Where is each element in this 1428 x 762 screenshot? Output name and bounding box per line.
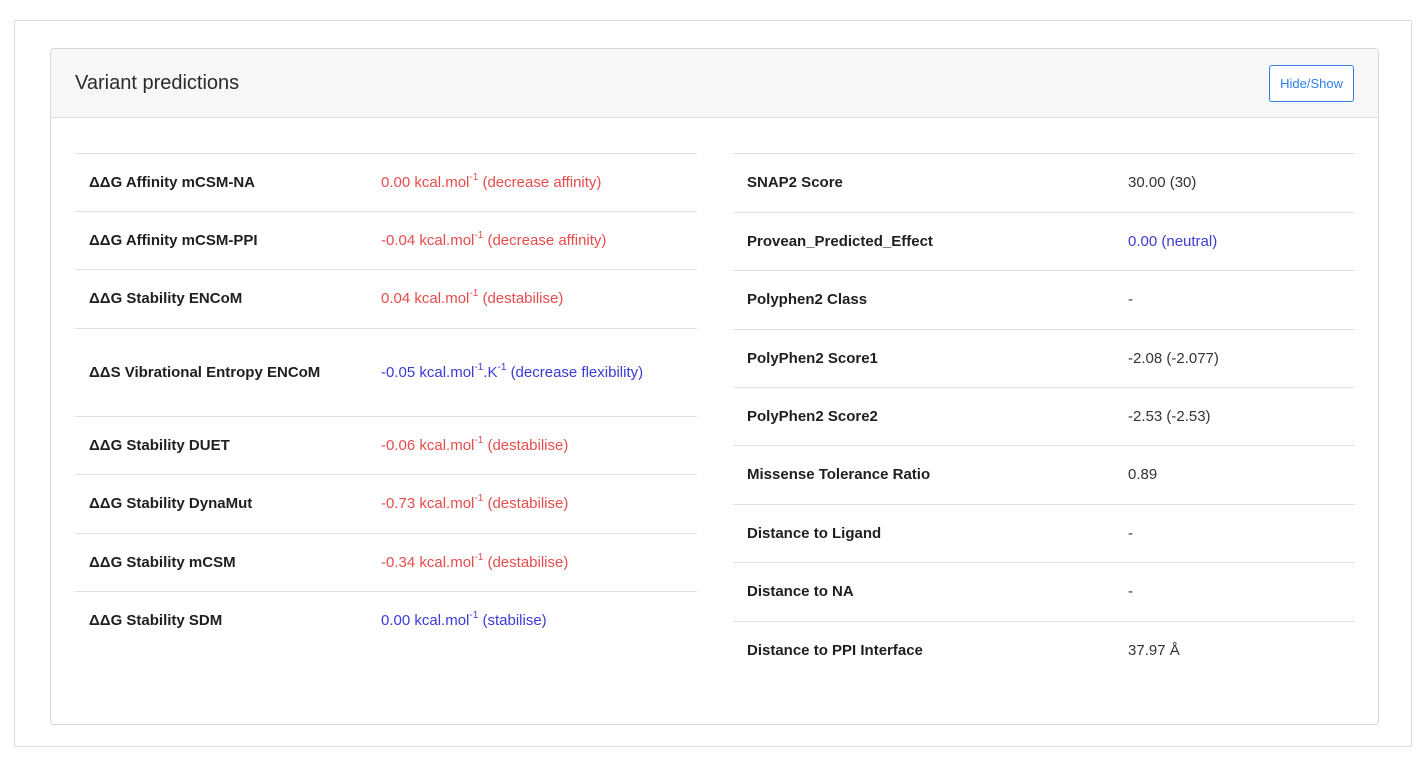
prediction-label: Distance to NA [733, 562, 1114, 622]
prediction-row: Provean_Predicted_Effect 0.00 (neutral) [733, 212, 1355, 271]
left-predictions-table: ΔΔG Affinity mCSM-NA 0.00 kcal.mol-1 (dec… [75, 153, 697, 650]
right-predictions-table: SNAP2 Score 30.00 (30) Provean_Predicted_E… [733, 153, 1355, 680]
unit-exponent: -1 [474, 229, 484, 241]
unit-exponent: -1 [474, 493, 484, 504]
prediction-row: ΔΔG Stability DUET -0.06 kcal.mol-1 (dest… [75, 416, 697, 475]
unit-exponent: -1 [469, 288, 479, 299]
value-note: (destabilise) [487, 553, 569, 571]
value-note: (decrease affinity) [487, 231, 607, 249]
prediction-label: Missense Tolerance Ratio [733, 445, 1114, 505]
prediction-label: ΔΔG Affinity mCSM-NA [75, 153, 367, 212]
prediction-value: -0.34 kcal.mol-1 (destabilise) [367, 533, 697, 592]
value-note: (decrease affinity) [482, 173, 602, 191]
value-unit: kcal.mol [419, 436, 475, 454]
prediction-row: Polyphen2 Class - [733, 270, 1355, 330]
prediction-label: Provean_Predicted_Effect [733, 212, 1114, 271]
value-unit: kcal.mol [419, 231, 475, 249]
prediction-row: ΔΔG Stability SDM 0.00 kcal.mol-1 (stabil… [75, 591, 697, 650]
prediction-label: SNAP2 Score [733, 153, 1114, 213]
prediction-label: ΔΔG Stability DUET [75, 416, 367, 475]
prediction-label: ΔΔG Stability ENCoM [75, 269, 367, 329]
prediction-label: ΔΔG Affinity mCSM-PPI [75, 211, 367, 270]
prediction-value: 30.00 (30) [1114, 153, 1355, 213]
prediction-row: ΔΔG Affinity mCSM-NA 0.00 kcal.mol-1 (dec… [75, 153, 697, 212]
prediction-label: PolyPhen2 Score2 [733, 387, 1114, 446]
value-unit: kcal.mol [419, 553, 475, 571]
prediction-label: ΔΔG Stability mCSM [75, 533, 367, 592]
prediction-label: ΔΔS Vibrational Entropy ENCoM [75, 328, 367, 417]
prediction-row: PolyPhen2 Score1 -2.08 (-2.077) [733, 329, 1355, 388]
value-number: -0.04 [381, 231, 416, 249]
prediction-value: -2.08 (-2.077) [1114, 329, 1355, 388]
value-note: (destabilise) [487, 436, 569, 454]
prediction-row: Distance to Ligand - [733, 504, 1355, 563]
unit-exponent-secondary: -1 [497, 361, 507, 373]
prediction-value: 0.89 [1114, 445, 1355, 505]
value-unit: kcal.mol [414, 173, 470, 191]
value-number: -0.73 [381, 495, 416, 512]
variant-predictions-card: Variant predictions Hide/Show ΔΔG Affini… [50, 48, 1379, 725]
value-unit: kcal.mol [414, 611, 470, 629]
prediction-value: -0.06 kcal.mol-1 (destabilise) [367, 416, 697, 475]
prediction-value: 0.00 (neutral) [1114, 212, 1355, 271]
prediction-row: ΔΔG Stability DynaMut -0.73 kcal.mol-1 (d… [75, 474, 697, 534]
value-number: -0.05 [381, 363, 416, 381]
prediction-value: -0.05 kcal.mol-1.K-1 (decrease flexibili… [367, 328, 697, 417]
value-unit: kcal.mol [419, 495, 475, 512]
prediction-label: ΔΔG Stability SDM [75, 591, 367, 650]
value-number: 0.00 [381, 173, 411, 191]
value-note: (destabilise) [482, 290, 564, 307]
prediction-value: -0.73 kcal.mol-1 (destabilise) [367, 474, 697, 534]
page-frame: Variant predictions Hide/Show ΔΔG Affini… [14, 20, 1412, 747]
prediction-value: -0.04 kcal.mol-1 (decrease affinity) [367, 211, 697, 270]
prediction-label: ΔΔG Stability DynaMut [75, 474, 367, 534]
card-title: Variant predictions [75, 71, 240, 94]
value-unit: kcal.mol [414, 290, 470, 307]
prediction-value: 0.00 kcal.mol-1 (stabilise) [367, 591, 697, 650]
prediction-row: ΔΔG Stability mCSM -0.34 kcal.mol-1 (dest… [75, 533, 697, 592]
prediction-label: Polyphen2 Class [733, 270, 1114, 330]
value-number: -0.06 [381, 436, 416, 454]
unit-exponent: -1 [474, 434, 484, 446]
prediction-value: -2.53 (-2.53) [1114, 387, 1355, 446]
prediction-value: - [1114, 562, 1355, 622]
hide-show-button[interactable]: Hide/Show [1269, 64, 1354, 102]
value-number: 0.00 [381, 611, 411, 629]
value-unit-secondary: .K [483, 363, 498, 381]
prediction-label: Distance to PPI Interface [733, 621, 1114, 680]
prediction-label: Distance to Ligand [733, 504, 1114, 563]
value-note: (decrease flexibility) [510, 363, 644, 381]
prediction-value: - [1114, 270, 1355, 330]
prediction-label: PolyPhen2 Score1 [733, 329, 1114, 388]
prediction-row: PolyPhen2 Score2 -2.53 (-2.53) [733, 387, 1355, 446]
value-note: (destabilise) [487, 495, 569, 512]
prediction-row: ΔΔG Affinity mCSM-PPI -0.04 kcal.mol-1 (d… [75, 211, 697, 270]
unit-exponent: -1 [469, 609, 479, 621]
prediction-row: ΔΔS Vibrational Entropy ENCoM -0.05 kcal.… [75, 328, 697, 417]
prediction-value: 0.04 kcal.mol-1 (destabilise) [367, 269, 697, 329]
unit-exponent: -1 [469, 171, 479, 183]
card-header: Variant predictions Hide/Show [51, 49, 1378, 118]
value-number: -0.34 [381, 553, 416, 571]
prediction-row: Distance to NA - [733, 562, 1355, 622]
prediction-row: Missense Tolerance Ratio 0.89 [733, 445, 1355, 505]
prediction-row: ΔΔG Stability ENCoM 0.04 kcal.mol-1 (dest… [75, 269, 697, 329]
value-number: 0.04 [381, 290, 411, 307]
value-note: (stabilise) [482, 611, 547, 629]
unit-exponent: -1 [474, 551, 484, 563]
prediction-row: SNAP2 Score 30.00 (30) [733, 153, 1355, 213]
value-unit: kcal.mol [419, 363, 475, 381]
prediction-value: 0.00 kcal.mol-1 (decrease affinity) [367, 153, 697, 212]
prediction-value: 37.97 Å [1114, 621, 1355, 680]
unit-exponent: -1 [474, 361, 484, 373]
prediction-value: - [1114, 504, 1355, 563]
prediction-row: Distance to PPI Interface 37.97 Å [733, 621, 1355, 680]
